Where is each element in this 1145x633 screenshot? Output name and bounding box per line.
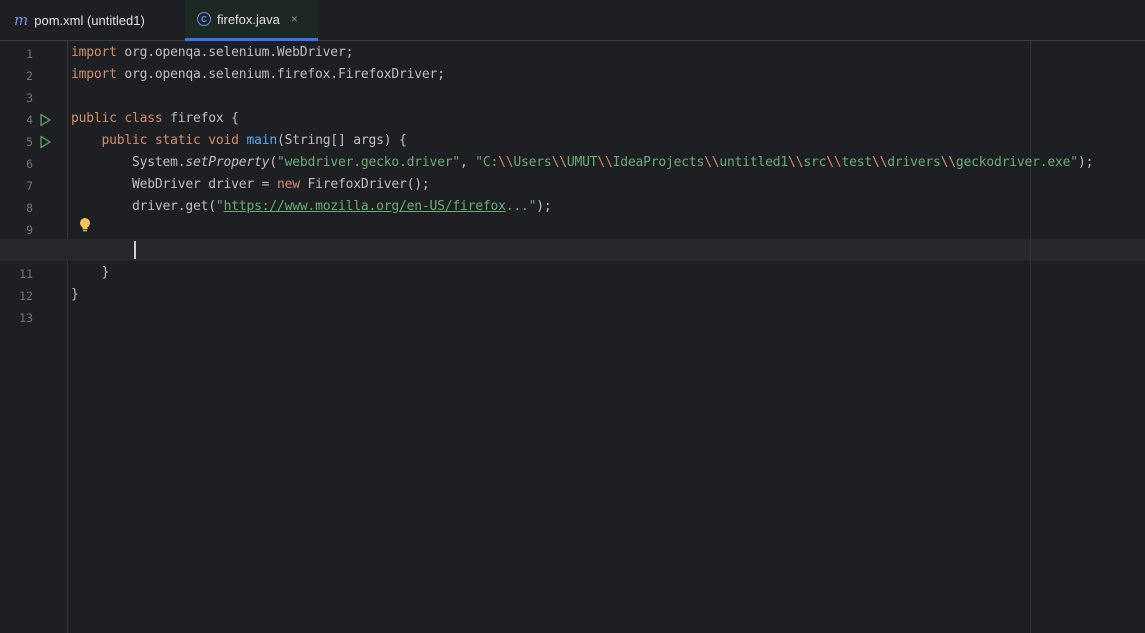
tab-pom-xml[interactable]: m pom.xml (untitled1) [0,0,184,41]
right-margin-guide [1030,41,1031,633]
line-number: 7 [26,179,33,193]
editor-gutter[interactable]: 1 2 3 4 5 6 7 8 9 10 11 12 13 [0,41,68,633]
maven-m-icon: m [14,11,29,29]
code-line-11[interactable]: } [71,262,110,284]
run-play-icon[interactable] [38,113,52,127]
tab-label: pom.xml (untitled1) [34,13,145,28]
code-line-12[interactable]: } [71,284,79,306]
tab-firefox-java[interactable]: C firefox.java × [185,0,318,41]
line-number: 8 [26,201,33,215]
run-play-icon[interactable] [38,135,52,149]
line-number: 3 [26,91,33,105]
close-icon[interactable]: × [291,12,298,26]
line-number: 13 [19,311,33,325]
url-link[interactable]: https://www.mozilla.org/en-US/firefox [224,199,506,214]
line-number: 9 [26,223,33,237]
line-number: 11 [19,267,33,281]
editor-tab-bar: m pom.xml (untitled1) C firefox.java × [0,0,1145,41]
code-line-4[interactable]: public class firefox { [71,108,239,130]
text-caret [134,241,136,259]
line-number: 4 [26,113,33,127]
code-line-7[interactable]: WebDriver driver = new FirefoxDriver(); [71,174,430,196]
ide-window: m pom.xml (untitled1) C firefox.java × 1… [0,0,1145,633]
code-line-5[interactable]: public static void main(String[] args) { [71,130,407,152]
code-editor[interactable]: import org.openqa.selenium.WebDriver; im… [0,41,1145,633]
line-number: 6 [26,157,33,171]
tab-label: firefox.java [217,11,280,27]
line-number: 2 [26,69,33,83]
line-number: 1 [26,47,33,61]
code-line-1[interactable]: import org.openqa.selenium.WebDriver; [71,42,353,64]
class-c-icon: C [197,12,211,26]
line-number: 12 [19,289,33,303]
line-number: 5 [26,135,33,149]
code-line-2[interactable]: import org.openqa.selenium.firefox.Firef… [71,64,445,86]
code-line-8[interactable]: driver.get("https://www.mozilla.org/en-U… [71,196,552,218]
code-line-6[interactable]: System.setProperty("webdriver.gecko.driv… [71,152,1093,174]
current-line-highlight [0,239,1145,261]
